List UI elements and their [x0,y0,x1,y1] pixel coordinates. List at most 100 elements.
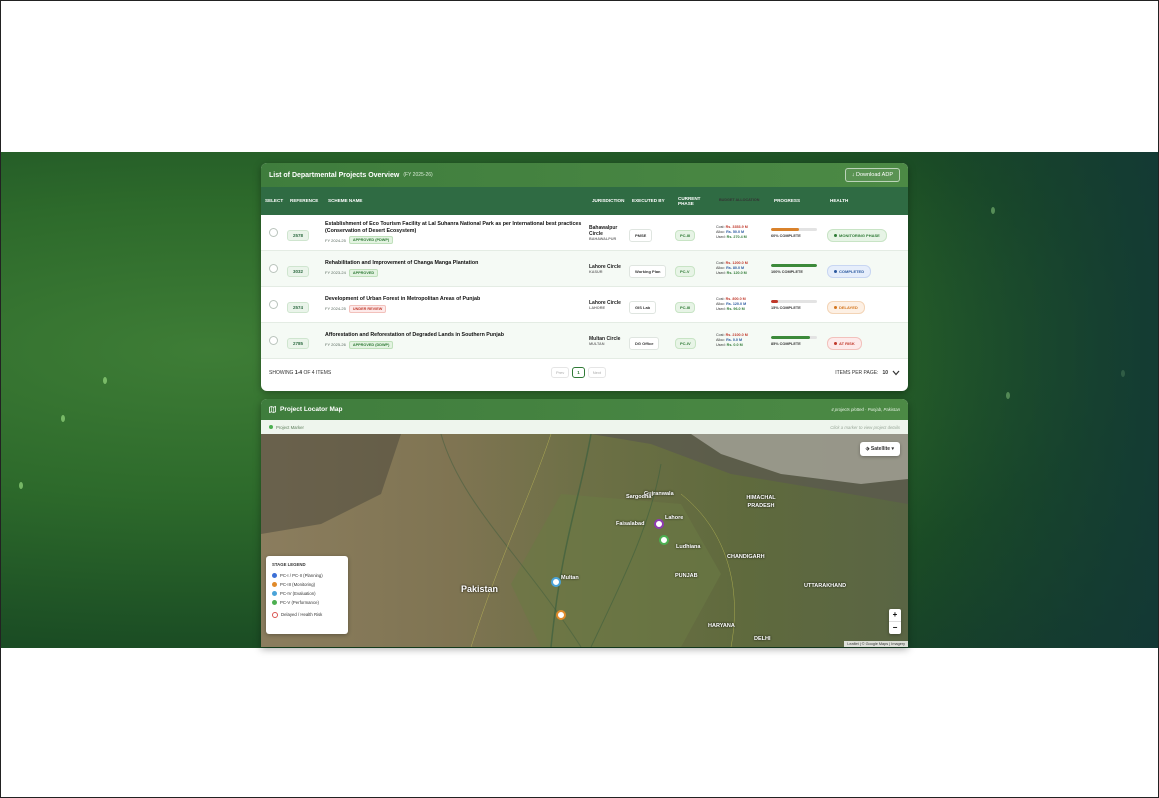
scheme-name[interactable]: Afforestation and Reforestation of Degra… [325,332,583,339]
legend-item: PC-V (Performance) [272,598,342,607]
zoom-control: + − [889,609,901,634]
status-dot-icon [834,233,837,237]
map-icon [269,406,276,413]
map-canvas[interactable]: Pakistan Multan Lahore Faisalabad Gujran… [261,434,908,647]
scheme-cell: Development of Urban Forest in Metropoli… [325,296,589,313]
progress-fill [771,263,817,267]
scheme-name[interactable]: Development of Urban Forest in Metropoli… [325,296,583,303]
progress-cell: 100% COMPLETE [771,263,827,274]
legend-item: Delayed / Health Risk [272,610,342,619]
legend-title: STAGE LEGEND [272,562,306,567]
table-row[interactable]: 2785 Afforestation and Reforestation of D… [261,323,908,359]
legend-dot-icon [272,573,277,578]
scheme-name[interactable]: Establishment of Eco Tourism Facility at… [325,221,583,234]
progress-bar [771,227,817,231]
zoom-out-button[interactable]: − [889,622,901,634]
cost-value: Rs. 800.0 M [725,296,746,301]
legend-item: PC-I / PC-II (Planning) [272,571,342,580]
map-label-haryana: HARYANA [708,623,735,629]
executed-by-cell: DG Office [629,332,675,350]
column-jurisdiction: JURISDICTION [592,198,625,204]
scheme-meta: FY 2024-25 APPROVED (PDWP) [325,236,583,245]
items-per-page: ITEMS PER PAGE: 10 [835,370,900,376]
approval-status-badge: APPROVED (PDWP) [348,236,394,245]
map-label-himachal: HIMACHAL PRADESH [746,495,776,509]
legend-dot-icon [272,600,277,605]
approval-status-badge: APPROVED (DDWP) [348,340,394,349]
map-marker-bahawalpur[interactable] [556,610,566,620]
jurisdiction-district: LAHORE [589,305,606,310]
alloc-value: Rs. 120.0 M [726,301,747,306]
table-row[interactable]: 2574 Development of Urban Forest in Metro… [261,287,908,323]
reference-badge[interactable]: 2785 [287,337,310,349]
map-marker-multan[interactable] [551,577,561,587]
row-select-cell [261,300,287,309]
map-label-pakistan: Pakistan [461,584,499,594]
table-row[interactable]: 3032 Rehabilitation and Improvement of Ch… [261,251,908,287]
executed-by-badge: GIS Lab [629,300,657,314]
download-adp-button[interactable]: ↓ Download ADP [844,168,900,182]
column-executed-by: EXECUTED BY [632,198,665,204]
phase-cell: PC-IV [675,332,716,350]
jurisdiction-district: BAHAWALPUR [589,236,617,241]
budget-cell: Cost: Rs. 2100.0 M Alloc: Rs. 0.0 M Used: … [716,333,771,349]
budget-used: Used: Rs. 96.0 M [716,307,771,312]
health-label: COMPLETED [839,268,865,274]
scheme-name[interactable]: Rehabilitation and Improvement of Changa… [325,260,583,267]
sparkle-decor [991,207,995,214]
map-attribution[interactable]: Leaflet | © Google Maps | Imagery [844,641,908,647]
health-badge: COMPLETED [827,264,872,278]
alloc-value: Rs. 50.0 M [726,229,745,234]
chevron-down-icon: ▾ [891,446,894,452]
map-marker-lahore[interactable] [654,519,664,529]
row-select-radio[interactable] [269,264,278,273]
sparkle-decor [61,415,65,422]
progress-cell: 60% COMPLETE [771,227,827,238]
row-select-radio[interactable] [269,228,278,237]
cost-value: Rs. 1200.0 M [725,260,748,265]
showing-suffix: OF 4 ITEMS [303,369,332,376]
used-label: Used: [716,235,726,240]
row-select-radio[interactable] [269,336,278,345]
map-title: Project Locator Map [280,406,343,413]
executed-by-cell: PMSE [629,224,675,242]
approval-status-badge: APPROVED [348,268,379,277]
chevron-down-icon[interactable] [892,370,900,376]
showing-prefix: SHOWING [269,369,294,376]
progress-bar [771,299,817,303]
reference-badge[interactable]: 3032 [287,265,310,277]
map-label-chandigarh: CHANDIGARH [727,554,765,560]
layer-select-button[interactable]: ⬗ Satellite ▾ [859,442,900,456]
used-value: Rs. 96.0 M [726,307,745,312]
reference-badge[interactable]: 2578 [287,229,310,241]
stage-legend: STAGE LEGEND PC-I / PC-II (Planning) PC-I… [266,556,348,634]
scheme-cell: Rehabilitation and Improvement of Changa… [325,260,589,277]
status-dot-icon [834,341,837,345]
progress-cell: 85% COMPLETE [771,335,827,346]
items-per-page-select[interactable]: 10 [882,370,888,376]
phase-badge: PC-V [675,265,695,277]
map-label-punjab: PUNJAB [675,573,698,579]
page-1-button[interactable]: 1 [572,367,585,378]
jurisdiction-cell: Multan Circle MULTAN [589,336,629,346]
scheme-meta: FY 2025-26 APPROVED (DDWP) [325,340,583,349]
budget-used: Used: Rs. 120.0 M [716,271,771,276]
reference-cell: 2574 [287,296,325,314]
used-value: Rs. 0.0 M [726,343,743,348]
next-page-button[interactable]: Next [587,367,606,378]
table-row[interactable]: 2578 Establishment of Eco Tourism Facilit… [261,215,908,251]
row-select-radio[interactable] [269,300,278,309]
executed-by-cell: GIS Lab [629,296,675,314]
scheme-meta: FY 2024-25 UNDER REVIEW [325,304,583,313]
progress-fill [771,335,811,339]
sparkle-decor [103,377,107,384]
reference-badge[interactable]: 2574 [287,301,310,313]
pagination: Prev 1 Next [551,367,606,378]
sparkle-decor [19,482,23,489]
table-title: List of Departmental Projects Overview [269,171,400,179]
map-marker-kasur[interactable] [659,535,669,545]
prev-page-button[interactable]: Prev [551,367,570,378]
zoom-in-button[interactable]: + [889,609,901,622]
budget-used: Used: Rs. 0.0 M [716,343,771,348]
budget-used: Used: Rs. 270.4 M [716,235,771,240]
